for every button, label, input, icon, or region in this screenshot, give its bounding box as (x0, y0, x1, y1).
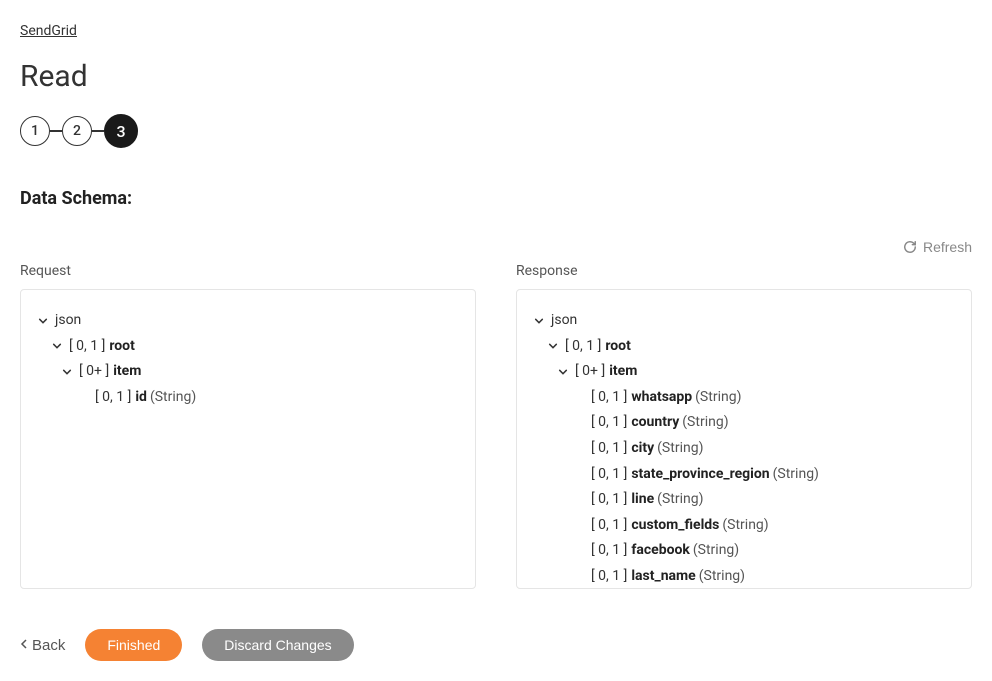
tree-row[interactable]: [ 0, 1 ] root (37, 334, 459, 360)
tree-row[interactable]: [ 0, 1 ] line (String) (533, 487, 955, 513)
node-type: (String) (699, 567, 745, 587)
tree-kind: json (551, 311, 577, 331)
tree-row[interactable]: json (37, 308, 459, 334)
tree-row[interactable]: [ 0, 1 ] city (String) (533, 436, 955, 462)
node-type: (String) (693, 541, 739, 561)
node-name: id (135, 388, 147, 408)
node-type: (String) (722, 516, 768, 536)
node-name: last_name (631, 567, 695, 587)
cardinality: [ 0+ ] (575, 362, 605, 382)
tree-row[interactable]: [ 0, 1 ] custom_fields (String) (533, 513, 955, 539)
node-type: (String) (657, 439, 703, 459)
tree-row[interactable]: [ 0, 1 ] country (String) (533, 410, 955, 436)
node-name: state_province_region (631, 465, 769, 485)
refresh-label: Refresh (923, 239, 972, 255)
node-type: (String) (695, 388, 741, 408)
node-name: line (631, 490, 654, 510)
refresh-button[interactable]: Refresh (903, 239, 972, 255)
cardinality: [ 0, 1 ] (591, 490, 627, 510)
cardinality: [ 0, 1 ] (565, 337, 601, 357)
tree-row[interactable]: [ 0, 1 ] root (533, 334, 955, 360)
tree-row[interactable]: [ 0+ ] item (533, 359, 955, 385)
chevron-down-icon[interactable] (51, 340, 63, 352)
cardinality: [ 0, 1 ] (69, 337, 105, 357)
chevron-down-icon[interactable] (557, 366, 569, 378)
response-label: Response (516, 263, 972, 279)
node-name: item (609, 362, 637, 382)
cardinality: [ 0, 1 ] (591, 516, 627, 536)
node-name: country (631, 413, 679, 433)
response-column: Response json[ 0, 1 ] root[ 0+ ] item[ 0… (516, 263, 972, 589)
cardinality: [ 0, 1 ] (591, 413, 627, 433)
chevron-down-icon[interactable] (61, 366, 73, 378)
cardinality: [ 0, 1 ] (591, 567, 627, 587)
node-type: (String) (657, 490, 703, 510)
step-3[interactable]: 3 (104, 114, 138, 148)
cardinality: [ 0, 1 ] (591, 465, 627, 485)
chevron-down-icon[interactable] (547, 340, 559, 352)
discard-button[interactable]: Discard Changes (202, 629, 353, 661)
refresh-icon (903, 240, 917, 254)
node-name: facebook (631, 541, 690, 561)
node-name: item (113, 362, 141, 382)
request-column: Request json[ 0, 1 ] root[ 0+ ] item[ 0,… (20, 263, 476, 589)
node-type: (String) (773, 465, 819, 485)
back-button[interactable]: Back (20, 637, 65, 654)
node-name: whatsapp (631, 388, 692, 408)
step-connector (50, 130, 62, 132)
cardinality: [ 0, 1 ] (95, 388, 131, 408)
cardinality: [ 0+ ] (79, 362, 109, 382)
stepper: 1 2 3 (20, 114, 972, 148)
back-label: Back (32, 637, 65, 654)
cardinality: [ 0, 1 ] (591, 439, 627, 459)
response-schema-box: json[ 0, 1 ] root[ 0+ ] item[ 0, 1 ] wha… (516, 289, 972, 589)
chevron-down-icon[interactable] (37, 315, 49, 327)
tree-row[interactable]: json (533, 308, 955, 334)
node-name: root (605, 337, 630, 357)
tree-kind: json (55, 311, 81, 331)
cardinality: [ 0, 1 ] (591, 541, 627, 561)
tree-row[interactable]: [ 0, 1 ] whatsapp (String) (533, 385, 955, 411)
node-name: city (631, 439, 654, 459)
section-title: Data Schema: (20, 188, 972, 209)
finished-button[interactable]: Finished (85, 629, 182, 661)
step-2[interactable]: 2 (62, 116, 92, 146)
tree-row[interactable]: [ 0, 1 ] state_province_region (String) (533, 462, 955, 488)
step-connector (92, 130, 104, 132)
node-name: root (109, 337, 134, 357)
request-label: Request (20, 263, 476, 279)
page-title: Read (20, 59, 972, 94)
cardinality: [ 0, 1 ] (591, 388, 627, 408)
request-schema-box: json[ 0, 1 ] root[ 0+ ] item[ 0, 1 ] id … (20, 289, 476, 589)
chevron-left-icon (20, 637, 28, 653)
breadcrumb-sendgrid[interactable]: SendGrid (20, 23, 77, 39)
tree-row[interactable]: [ 0, 1 ] last_name (String) (533, 564, 955, 589)
tree-row[interactable]: [ 0, 1 ] facebook (String) (533, 538, 955, 564)
tree-row[interactable]: [ 0+ ] item (37, 359, 459, 385)
chevron-down-icon[interactable] (533, 315, 545, 327)
node-name: custom_fields (631, 516, 719, 536)
node-type: (String) (682, 413, 728, 433)
tree-row[interactable]: [ 0, 1 ] id (String) (37, 385, 459, 411)
node-type: (String) (150, 388, 196, 408)
step-1[interactable]: 1 (20, 116, 50, 146)
